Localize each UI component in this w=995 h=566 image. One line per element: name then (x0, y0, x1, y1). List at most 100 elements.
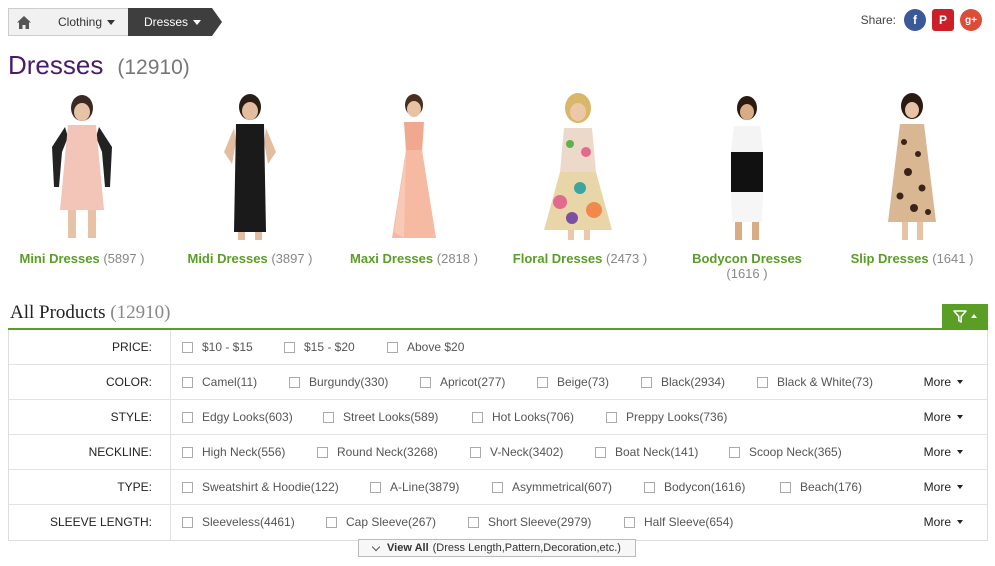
category-label[interactable]: Slip Dresses (851, 251, 929, 266)
checkbox[interactable] (284, 341, 295, 353)
more-button[interactable]: More (924, 410, 963, 424)
category-label[interactable]: Maxi Dresses (350, 251, 433, 266)
filter-option-label[interactable]: Asymmetrical(607) (512, 480, 612, 494)
category-label[interactable]: Mini Dresses (19, 251, 99, 266)
filter-option[interactable]: Camel(11) (182, 375, 257, 389)
filter-option[interactable]: Hot Looks(706) (472, 410, 574, 424)
filter-option[interactable]: Above $20 (387, 340, 464, 354)
checkbox[interactable] (537, 376, 548, 388)
checkbox[interactable] (492, 481, 503, 493)
filter-option[interactable]: $10 - $15 (182, 340, 253, 354)
checkbox[interactable] (182, 516, 193, 528)
filter-option[interactable]: Half Sleeve(654) (624, 515, 733, 529)
checkbox[interactable] (780, 481, 791, 493)
filter-option[interactable]: A-Line(3879) (370, 480, 459, 494)
checkbox[interactable] (729, 446, 740, 458)
breadcrumb-clothing[interactable]: Clothing (38, 8, 128, 36)
filter-option-label[interactable]: Preppy Looks(736) (626, 410, 727, 424)
filter-option[interactable]: High Neck(556) (182, 445, 285, 459)
filter-option-label[interactable]: Beach(176) (800, 480, 862, 494)
filter-option[interactable]: Street Looks(589) (323, 410, 438, 424)
checkbox[interactable] (323, 411, 334, 423)
filter-option[interactable]: V-Neck(3402) (470, 445, 563, 459)
more-button[interactable]: More (924, 480, 963, 494)
filter-option[interactable]: Sweatshirt & Hoodie(122) (182, 480, 339, 494)
pinterest-icon[interactable]: P (932, 9, 954, 31)
filter-option-label[interactable]: High Neck(556) (202, 445, 285, 459)
filter-option-label[interactable]: Bodycon(1616) (664, 480, 745, 494)
filter-option[interactable]: Short Sleeve(2979) (468, 515, 591, 529)
category-mini-dresses[interactable]: Mini Dresses (5897 ) (12, 92, 152, 266)
filter-option-label[interactable]: Short Sleeve(2979) (488, 515, 591, 529)
peach-maxi-dress-image[interactable] (364, 92, 464, 242)
checkbox[interactable] (595, 446, 606, 458)
checkbox[interactable] (420, 376, 431, 388)
checkbox[interactable] (370, 481, 381, 493)
filter-option-label[interactable]: Beige(73) (557, 375, 609, 389)
checkbox[interactable] (470, 446, 481, 458)
filter-option[interactable]: Boat Neck(141) (595, 445, 698, 459)
more-label[interactable]: More (924, 480, 951, 494)
filter-option[interactable]: Beige(73) (537, 375, 609, 389)
category-floral-dresses[interactable]: Floral Dresses (2473 ) (510, 92, 650, 266)
filter-option-label[interactable]: $10 - $15 (202, 340, 253, 354)
checkbox[interactable] (387, 341, 398, 353)
checkbox[interactable] (641, 376, 652, 388)
filter-option-label[interactable]: A-Line(3879) (390, 480, 459, 494)
more-button[interactable]: More (924, 445, 963, 459)
checkbox[interactable] (289, 376, 300, 388)
filter-option[interactable]: Preppy Looks(736) (606, 410, 727, 424)
checkbox[interactable] (182, 446, 193, 458)
google-plus-icon[interactable]: g+ (960, 9, 982, 31)
breadcrumb-dresses[interactable]: Dresses (128, 8, 222, 36)
filter-option[interactable]: Cap Sleeve(267) (326, 515, 436, 529)
filter-option-label[interactable]: Black(2934) (661, 375, 725, 389)
category-label[interactable]: Floral Dresses (513, 251, 603, 266)
filter-option-label[interactable]: Sweatshirt & Hoodie(122) (202, 480, 339, 494)
filter-option-label[interactable]: V-Neck(3402) (490, 445, 563, 459)
floral-dress-image[interactable] (530, 92, 630, 242)
facebook-icon[interactable]: f (904, 9, 926, 31)
checkbox[interactable] (182, 411, 193, 423)
filter-option-label[interactable]: Hot Looks(706) (492, 410, 574, 424)
filter-toggle-button[interactable] (942, 304, 988, 328)
filter-option-label[interactable]: Cap Sleeve(267) (346, 515, 436, 529)
filter-option-label[interactable]: Boat Neck(141) (615, 445, 698, 459)
category-slip-dresses[interactable]: Slip Dresses (1641 ) (842, 92, 982, 266)
category-maxi-dresses[interactable]: Maxi Dresses (2818 ) (344, 92, 484, 266)
black-midi-dress-image[interactable] (200, 92, 300, 242)
filter-option-label[interactable]: Half Sleeve(654) (644, 515, 733, 529)
checkbox[interactable] (644, 481, 655, 493)
more-label[interactable]: More (924, 445, 951, 459)
filter-option[interactable]: Burgundy(330) (289, 375, 388, 389)
filter-option-label[interactable]: $15 - $20 (304, 340, 355, 354)
filter-option-label[interactable]: Scoop Neck(365) (749, 445, 842, 459)
more-label[interactable]: More (924, 515, 951, 529)
more-button[interactable]: More (924, 375, 963, 389)
more-label[interactable]: More (924, 375, 951, 389)
black-white-bodycon-dress-image[interactable] (697, 92, 797, 242)
filter-option[interactable]: Edgy Looks(603) (182, 410, 293, 424)
checkbox[interactable] (326, 516, 337, 528)
checkbox[interactable] (606, 411, 617, 423)
filter-option[interactable]: Bodycon(1616) (644, 480, 745, 494)
filter-option[interactable]: Scoop Neck(365) (729, 445, 842, 459)
category-label[interactable]: Midi Dresses (187, 251, 267, 266)
filter-option[interactable]: Black(2934) (641, 375, 725, 389)
more-label[interactable]: More (924, 410, 951, 424)
checkbox[interactable] (472, 411, 483, 423)
filter-option-label[interactable]: Sleeveless(4461) (202, 515, 295, 529)
filter-option[interactable]: Apricot(277) (420, 375, 505, 389)
checkbox[interactable] (317, 446, 328, 458)
pink-mini-dress-image[interactable] (32, 92, 132, 242)
checkbox[interactable] (468, 516, 479, 528)
filter-option-label[interactable]: Camel(11) (202, 375, 257, 389)
more-button[interactable]: More (924, 515, 963, 529)
filter-option[interactable]: $15 - $20 (284, 340, 355, 354)
checkbox[interactable] (182, 481, 193, 493)
filter-option-label[interactable]: Apricot(277) (440, 375, 505, 389)
filter-option-label[interactable]: Round Neck(3268) (337, 445, 438, 459)
checkbox[interactable] (757, 376, 768, 388)
filter-option-label[interactable]: Street Looks(589) (343, 410, 438, 424)
leopard-slip-dress-image[interactable] (862, 92, 962, 242)
